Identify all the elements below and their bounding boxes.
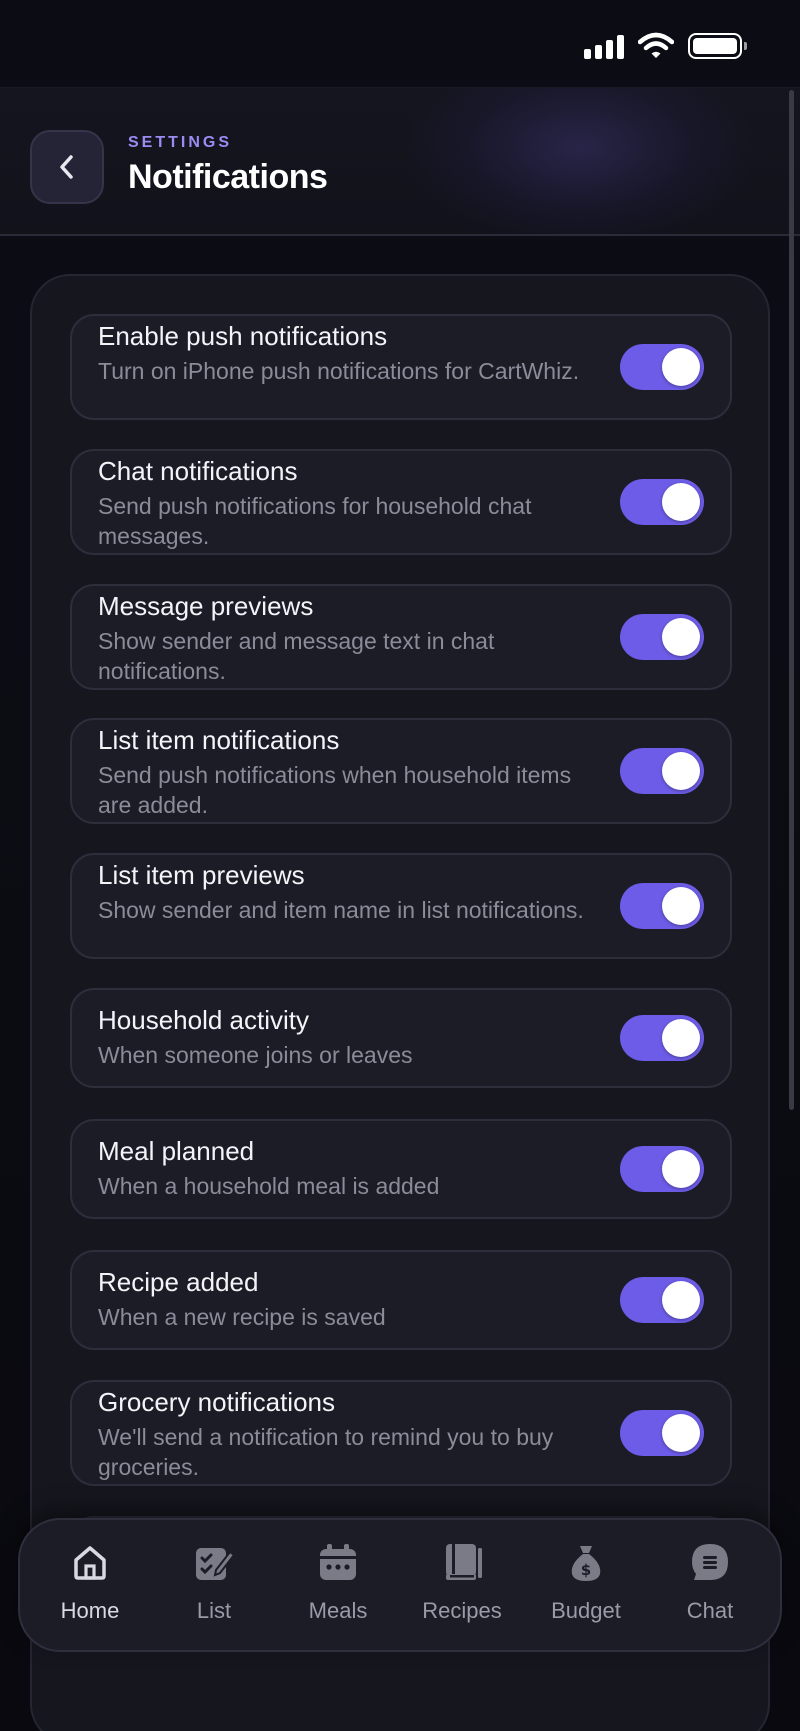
tab-label: Recipes [422,1598,502,1623]
setting-title: List item previews [98,860,305,890]
header-glow [400,88,760,234]
header-eyebrow: SETTINGS [128,134,233,151]
toggle-switch[interactable] [620,748,704,794]
setting-household-activity: Household activity When someone joins or… [70,988,732,1088]
battery-icon [688,33,747,59]
notifications-screen: SETTINGS Notifications Enable push notif… [0,0,800,1731]
setting-title: Household activity [98,1005,309,1035]
setting-description: Show sender and message text in chat not… [98,628,495,684]
setting-recipe-added: Recipe added When a new recipe is saved [70,1250,732,1350]
setting-description: Turn on iPhone push notifications for Ca… [98,358,580,384]
status-icons [584,32,747,60]
setting-text: List item notifications Send push notifi… [98,724,598,820]
toggle-switch[interactable] [620,344,704,390]
scrollbar[interactable] [789,90,794,1110]
money-bag-icon: $ [571,1546,601,1581]
setting-text: Household activity When someone joins or… [98,1004,598,1070]
setting-title: Enable push notifications [98,321,388,351]
tab-budget[interactable]: $ Budget [524,1540,648,1640]
tab-recipes[interactable]: Recipes [400,1540,524,1640]
toggle-switch[interactable] [620,1410,704,1456]
chevron-left-icon [60,155,73,179]
setting-description: Send push notifications when household i… [98,762,572,818]
setting-list-item-previews: List item previews Show sender and item … [70,853,732,959]
setting-text: Message previews Show sender and message… [98,590,598,686]
tab-home[interactable]: Home [28,1540,152,1640]
toggle-switch[interactable] [620,1015,704,1061]
calendar-icon [320,1544,356,1580]
tab-list[interactable]: List [152,1540,276,1640]
setting-title: Chat notifications [98,456,298,486]
setting-text: Grocery notifications We'll send a notif… [98,1386,598,1482]
setting-description: Send push notifications for household ch… [98,493,532,549]
tab-chat[interactable]: Chat [648,1540,772,1640]
wifi-icon [638,32,674,58]
home-icon [74,1546,106,1580]
settings-card: Enable push notifications Turn on iPhone… [30,274,770,1731]
setting-description: When a new recipe is saved [98,1304,386,1330]
back-button[interactable] [30,130,104,204]
bottom-tab-bar: Home List Meals Recipes $ Budget Chat [18,1518,782,1652]
list-icon [196,1548,236,1580]
toggle-switch[interactable] [620,883,704,929]
svg-text:$: $ [581,1561,591,1579]
tab-label: Meals [308,1598,368,1623]
setting-text: Chat notifications Send push notificatio… [98,455,598,551]
tab-label: Chat [686,1598,734,1623]
toggle-switch[interactable] [620,479,704,525]
setting-text: Enable push notifications Turn on iPhone… [98,320,598,386]
tab-meals[interactable]: Meals [276,1540,400,1640]
setting-title: Meal planned [98,1136,255,1166]
toggle-switch[interactable] [620,614,704,660]
toggle-switch[interactable] [620,1146,704,1192]
setting-text: Meal planned When a household meal is ad… [98,1135,598,1201]
setting-list-item-notifications: List item notifications Send push notifi… [70,718,732,824]
tab-label: Budget [551,1598,621,1623]
cellular-signal-icon [584,33,624,59]
tab-label: List [196,1598,232,1623]
setting-description: When someone joins or leaves [98,1042,413,1068]
tab-label: Home [60,1598,120,1623]
header-text: SETTINGS Notifications [128,134,328,197]
setting-text: Recipe added When a new recipe is saved [98,1266,598,1332]
setting-chat-notifications: Chat notifications Send push notificatio… [70,449,732,555]
chat-icon [692,1544,728,1580]
toggle-switch[interactable] [620,1277,704,1323]
setting-title: Recipe added [98,1267,259,1297]
setting-text: List item previews Show sender and item … [98,859,598,925]
setting-enable-push: Enable push notifications Turn on iPhone… [70,314,732,420]
setting-description: When a household meal is added [98,1173,440,1199]
setting-description: Show sender and item name in list notifi… [98,897,584,923]
setting-title: List item notifications [98,725,340,755]
page-title: Notifications [128,158,328,196]
setting-message-previews: Message previews Show sender and message… [70,584,732,690]
book-icon [446,1544,482,1580]
setting-title: Grocery notifications [98,1387,335,1417]
setting-grocery-notifications: Grocery notifications We'll send a notif… [70,1380,732,1486]
setting-title: Message previews [98,591,314,621]
setting-description: We'll send a notification to remind you … [98,1424,554,1480]
status-bar [0,0,800,88]
page-header: SETTINGS Notifications [0,88,800,236]
setting-meal-planned: Meal planned When a household meal is ad… [70,1119,732,1219]
